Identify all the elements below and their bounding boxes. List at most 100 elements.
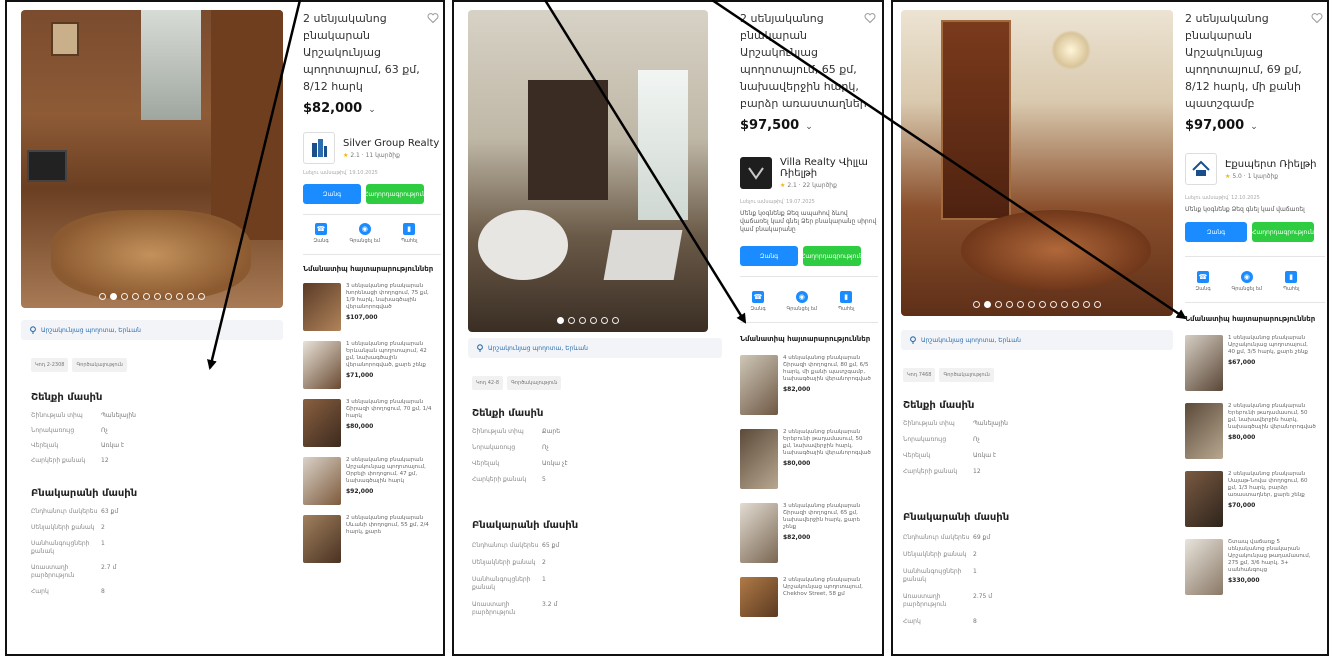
seen-action[interactable]: ◉ Գրանցել եմ: [1231, 271, 1262, 292]
listing-title: 2 սենյականոց բնակարան Արշակունյաց պողոտա…: [303, 12, 420, 93]
detail-row: Առաստաղի բարձրություն 2.75 մ: [903, 593, 993, 608]
similar-thumb[interactable]: [1185, 335, 1223, 391]
location-pin-icon: [910, 336, 916, 344]
similar-item[interactable]: 1 սենյականոց բնակարան Երևանյան պողոտայու…: [303, 341, 441, 389]
code-tag: Կոդ 42-8: [472, 376, 504, 390]
chevron-down-icon[interactable]: ⌄: [1250, 122, 1258, 132]
similar-thumb[interactable]: [303, 457, 341, 505]
similar-thumb[interactable]: [740, 503, 778, 563]
location-bar[interactable]: Արշակունյաց պողոտա, Երևան: [468, 338, 722, 358]
window: [141, 10, 201, 120]
similar-item[interactable]: 3 սենյականոց բնակարան Շիրազի փողոցում, 7…: [303, 399, 441, 447]
detail-row: Սենյակների քանակ 2: [472, 559, 546, 566]
agent-card[interactable]: Silver Group Realty ★ 2.1 · 11 կարծիք: [303, 132, 441, 164]
message-button[interactable]: Հաղորդագրություն: [364, 184, 426, 204]
dining-table: [961, 210, 1151, 290]
action-bar: ☎ Զանգ ◉ Գրանցել եմ ▮ Պահել: [740, 291, 865, 312]
star-icon: ★: [1225, 172, 1231, 180]
save-action[interactable]: ▮ Պահել: [838, 291, 855, 312]
similar-item[interactable]: 2 սենյականոց բնակարան Արշակունյաց պողոտա…: [303, 457, 441, 505]
apartment-heading: Բնակարանի մասին: [903, 512, 1010, 523]
eye-icon: ◉: [1240, 271, 1253, 283]
agency-tag: Գործակալություն: [507, 376, 562, 390]
call-action[interactable]: ☎ Զանգ: [750, 291, 766, 312]
listing-price[interactable]: $82,000 ⌄: [303, 101, 441, 116]
code-tag: Կոդ 2-2308: [31, 358, 69, 372]
similar-thumb[interactable]: [303, 399, 341, 447]
chevron-down-icon[interactable]: ⌄: [805, 122, 813, 132]
location-pin-icon: [30, 326, 36, 334]
similar-thumb[interactable]: [303, 341, 341, 389]
heart-icon[interactable]: [1311, 12, 1323, 24]
chevron-down-icon[interactable]: ⌄: [368, 105, 376, 115]
call-action[interactable]: ☎ Զանգ: [1195, 271, 1211, 292]
similar-item[interactable]: 1 սենյականոց բնակարան Արշակունյաց պողոտա…: [1185, 335, 1325, 391]
similar-item[interactable]: 2 սենյականոց բնակարան Արշակունյաց պողոտա…: [740, 577, 878, 617]
save-action[interactable]: ▮ Պահել: [401, 223, 418, 244]
similar-thumb[interactable]: [303, 515, 341, 563]
detail-row: Վերելակ Առկա է: [31, 442, 125, 449]
similar-item[interactable]: 2 սենյականոց բնակարան Սայաթ-Նովա փողոցու…: [1185, 471, 1325, 527]
listing-price[interactable]: $97,000 ⌄: [1185, 118, 1325, 133]
building-heading: Շենքի մասին: [903, 400, 975, 411]
listing-photo[interactable]: [21, 10, 283, 308]
similar-item[interactable]: 3 սենյականոց բնակարան Շիրազի փողոցում, 6…: [740, 503, 878, 563]
similar-thumb[interactable]: [1185, 539, 1223, 595]
agent-name[interactable]: Էքսպերտ Ռիելթի: [1225, 159, 1316, 170]
location-bar[interactable]: Արշակունյաց պողոտա, Երևան: [901, 330, 1173, 350]
building-heading: Շենքի մասին: [472, 408, 544, 419]
agent-name[interactable]: Silver Group Realty: [343, 138, 439, 149]
action-bar: ☎ Զանգ ◉ Գրանցել եմ ▮ Պահել: [1185, 271, 1310, 292]
tag-list: Կոդ 2-2308 Գործակալություն: [31, 358, 127, 372]
apartment-details: Ընդհանուր մակերես 69 քմ Սենյակների քանակ 2…: [903, 534, 1073, 626]
similar-thumb[interactable]: [303, 283, 341, 331]
seen-action[interactable]: ◉ Գրանցել եմ: [349, 223, 380, 244]
agency-logo: [740, 157, 772, 189]
similar-thumb[interactable]: [1185, 403, 1223, 459]
similar-item[interactable]: 2 սենյականոց բնակարան Երեբունի թաղամասու…: [1185, 403, 1325, 459]
heart-icon[interactable]: [864, 12, 876, 24]
listing-price[interactable]: $97,500 ⌄: [740, 118, 878, 133]
similar-item[interactable]: 4 սենյականոց բնակարան Շիրազի փողոցում, 8…: [740, 355, 878, 415]
call-action[interactable]: ☎ Զանգ: [313, 223, 329, 244]
listing-photo[interactable]: [901, 10, 1173, 316]
carousel-dots[interactable]: [468, 317, 708, 324]
detail-row: Սանհանգույցների քանակ 1: [31, 540, 105, 555]
similar-heading: Նմանատիպ հայտարարություններ: [740, 335, 871, 343]
similar-item[interactable]: 3 սենյականոց բնակարան Խորենացի փողոցում,…: [303, 283, 441, 331]
similar-thumb[interactable]: [740, 355, 778, 415]
seen-action[interactable]: ◉ Գրանցել եմ: [786, 291, 817, 312]
heart-icon[interactable]: [427, 12, 439, 24]
call-button[interactable]: Զանգ: [740, 246, 798, 266]
divider: [740, 276, 878, 277]
agent-card[interactable]: Էքսպերտ Ռիելթի ★ 5.0 · 1 կարծիք: [1185, 153, 1325, 185]
similar-thumb[interactable]: [740, 429, 778, 489]
listing-photo[interactable]: [468, 10, 708, 332]
eye-icon: ◉: [795, 291, 808, 303]
similar-thumb[interactable]: [1185, 471, 1223, 527]
carousel-dots[interactable]: [21, 293, 283, 300]
eye-icon: ◉: [358, 223, 371, 235]
similar-item[interactable]: Շտապ վաճառք 5 սենյականոց բնակարան Արշակո…: [1185, 539, 1325, 595]
agent-card[interactable]: Villa Realty Վիլլա Ռիելթի ★ 2.1 · 22 կար…: [740, 157, 878, 189]
contact-buttons: Զանգ Հաղորդագրություն: [1185, 222, 1325, 242]
message-button[interactable]: Հաղորդագրություն: [801, 246, 863, 266]
agent-name[interactable]: Villa Realty Վիլլա Ռիելթի: [780, 157, 878, 179]
carousel-dots[interactable]: [901, 301, 1173, 308]
save-action[interactable]: ▮ Պահել: [1283, 271, 1300, 292]
call-button[interactable]: Զանգ: [1185, 222, 1247, 242]
bookmark-icon: ▮: [1285, 271, 1298, 283]
agent-description: Մենք կօգնենք Ձեզ ապահով ձևով վաճառել կամ…: [740, 210, 877, 233]
location-bar[interactable]: Արշակունյաց պողոտա, Երևան: [21, 320, 283, 340]
expert-logo-icon: [1192, 160, 1210, 176]
detail-row: Հարկ 8: [903, 618, 977, 625]
call-button[interactable]: Զանգ: [303, 184, 361, 204]
divider: [1185, 256, 1325, 257]
similar-thumb[interactable]: [740, 577, 778, 617]
similar-item[interactable]: 2 սենյականոց բնակարան Երեբունի թաղամասու…: [740, 429, 878, 489]
agent-rating: ★ 2.1 · 22 կարծիք: [780, 182, 837, 189]
detail-row: Սանհանգույցների քանակ 1: [472, 576, 546, 591]
message-button[interactable]: Հաղորդագրություն: [1252, 222, 1314, 242]
carpet: [51, 210, 251, 300]
similar-item[interactable]: 2 սենյականոց բնակարան Սևանի փողոցում, 55…: [303, 515, 441, 563]
